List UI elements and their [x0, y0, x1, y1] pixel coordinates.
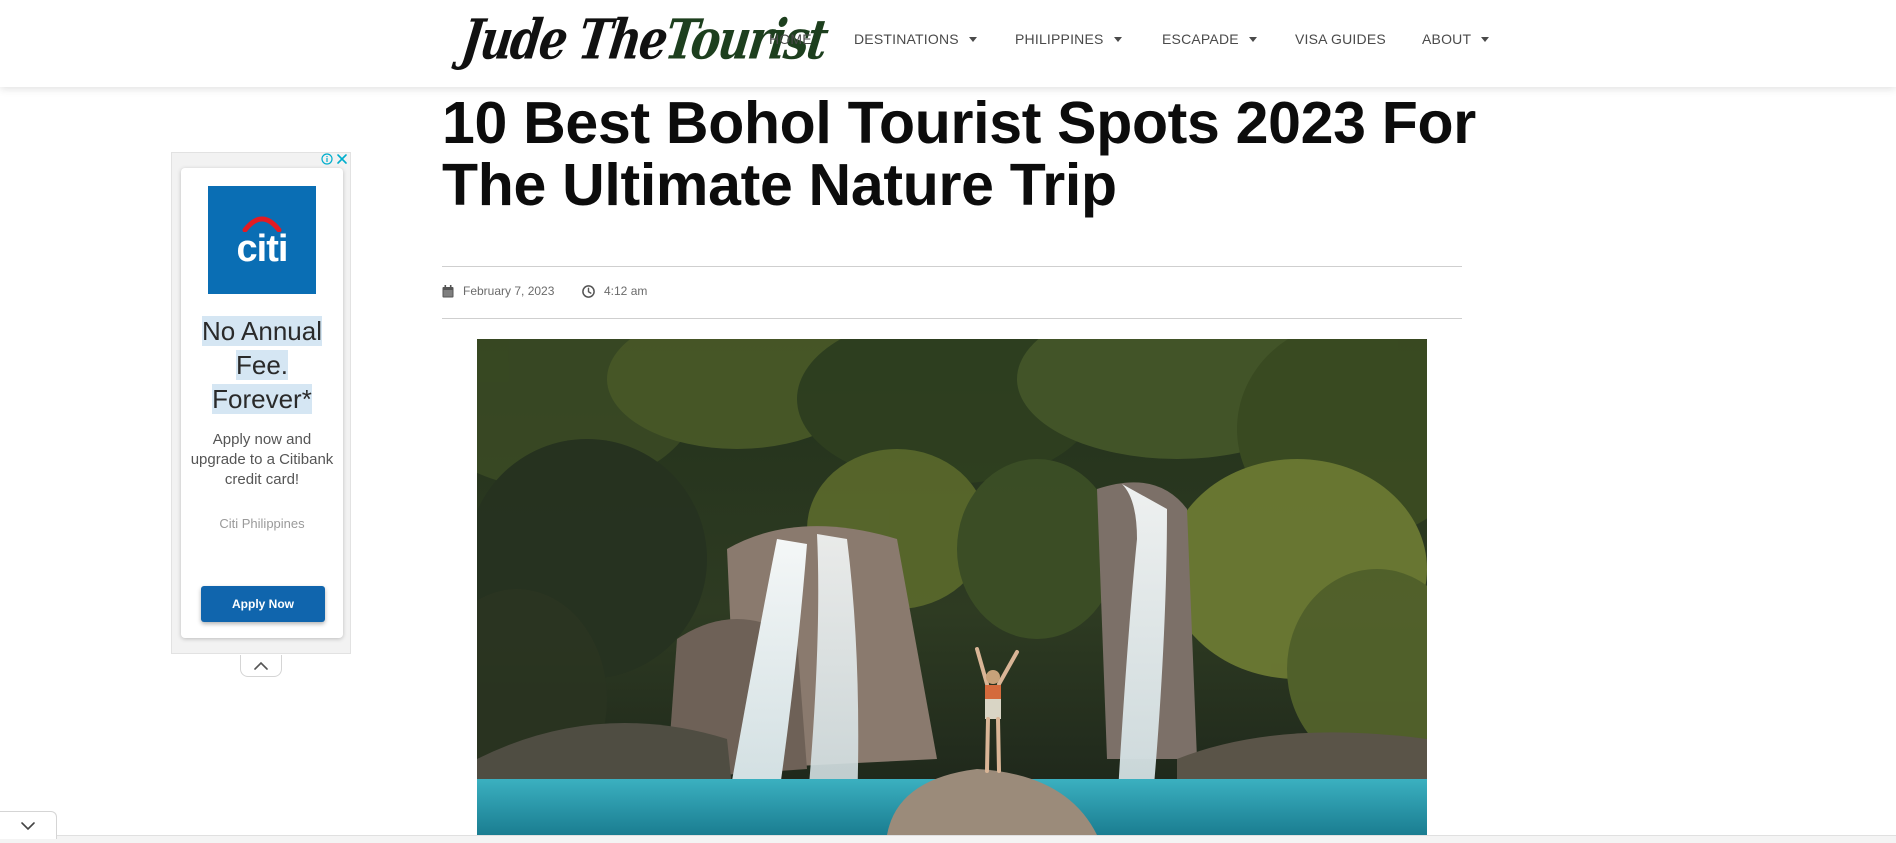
article-title: 10 Best Bohol Tourist Spots 2023 For The…	[442, 90, 1476, 218]
bottom-anchor-bar	[0, 835, 1896, 843]
caret-down-icon	[968, 36, 977, 42]
citi-logo[interactable]: citi	[208, 186, 316, 294]
caret-down-icon	[1113, 36, 1122, 42]
clock-icon	[582, 284, 595, 298]
apply-now-button[interactable]: Apply Now	[201, 586, 325, 622]
nav-item-label: DESTINATIONS	[854, 31, 959, 47]
nav-item-label: ABOUT	[1422, 31, 1472, 47]
ad-advertiser: Citi Philippines	[219, 516, 305, 531]
bottom-collapse-button[interactable]	[0, 811, 57, 839]
ad-controls	[321, 153, 348, 165]
ad-card[interactable]: citi No Annual Fee. Forever* Apply now a…	[181, 168, 343, 638]
meta-divider-top	[442, 266, 1462, 267]
info-icon[interactable]	[321, 153, 333, 165]
nav-item-label: VISA GUIDES	[1295, 31, 1386, 47]
nav-item-label: PHILIPPINES	[1015, 31, 1104, 47]
main-nav: HOME DESTINATIONS PHILIPPINES ESCAPADE V…	[0, 0, 1896, 80]
nav-item-visa-guides[interactable]: VISA GUIDES	[1295, 31, 1386, 47]
ad-headline-line: Fee.	[235, 350, 289, 380]
site-header: Jude The Tourist HOME DESTINATIONS PHILI…	[0, 0, 1896, 87]
citi-logo-text: citi	[236, 228, 289, 270]
meta-divider-bottom	[442, 318, 1462, 319]
caret-down-icon	[1481, 36, 1490, 42]
close-icon[interactable]	[336, 153, 348, 165]
advertisement: citi No Annual Fee. Forever* Apply now a…	[171, 152, 351, 654]
nav-item-home[interactable]: HOME	[769, 31, 812, 47]
chevron-up-icon	[254, 661, 268, 670]
ad-headline-line: No Annual	[202, 316, 322, 346]
nav-item-label: ESCAPADE	[1162, 31, 1239, 47]
calendar-icon	[442, 284, 454, 297]
nav-item-destinations[interactable]: DESTINATIONS	[854, 31, 977, 47]
nav-item-about[interactable]: ABOUT	[1422, 31, 1490, 47]
ad-headline[interactable]: No Annual Fee. Forever*	[187, 314, 337, 416]
chevron-down-icon	[21, 821, 35, 830]
nav-item-philippines[interactable]: PHILIPPINES	[1015, 31, 1122, 47]
post-time-text: 4:12 am	[604, 284, 648, 298]
post-date-text: February 7, 2023	[463, 284, 555, 298]
post-date[interactable]: February 7, 2023	[442, 284, 554, 298]
post-time: 4:12 am	[582, 284, 647, 298]
ad-headline-line: Forever*	[212, 384, 312, 414]
ad-body-text: Apply now and upgrade to a Citibank cred…	[190, 431, 334, 488]
hero-image	[477, 339, 1427, 835]
nav-item-label: HOME	[769, 31, 812, 47]
caret-down-icon	[1248, 36, 1257, 42]
ad-collapse-button[interactable]	[240, 655, 282, 677]
nav-item-escapade[interactable]: ESCAPADE	[1162, 31, 1257, 47]
